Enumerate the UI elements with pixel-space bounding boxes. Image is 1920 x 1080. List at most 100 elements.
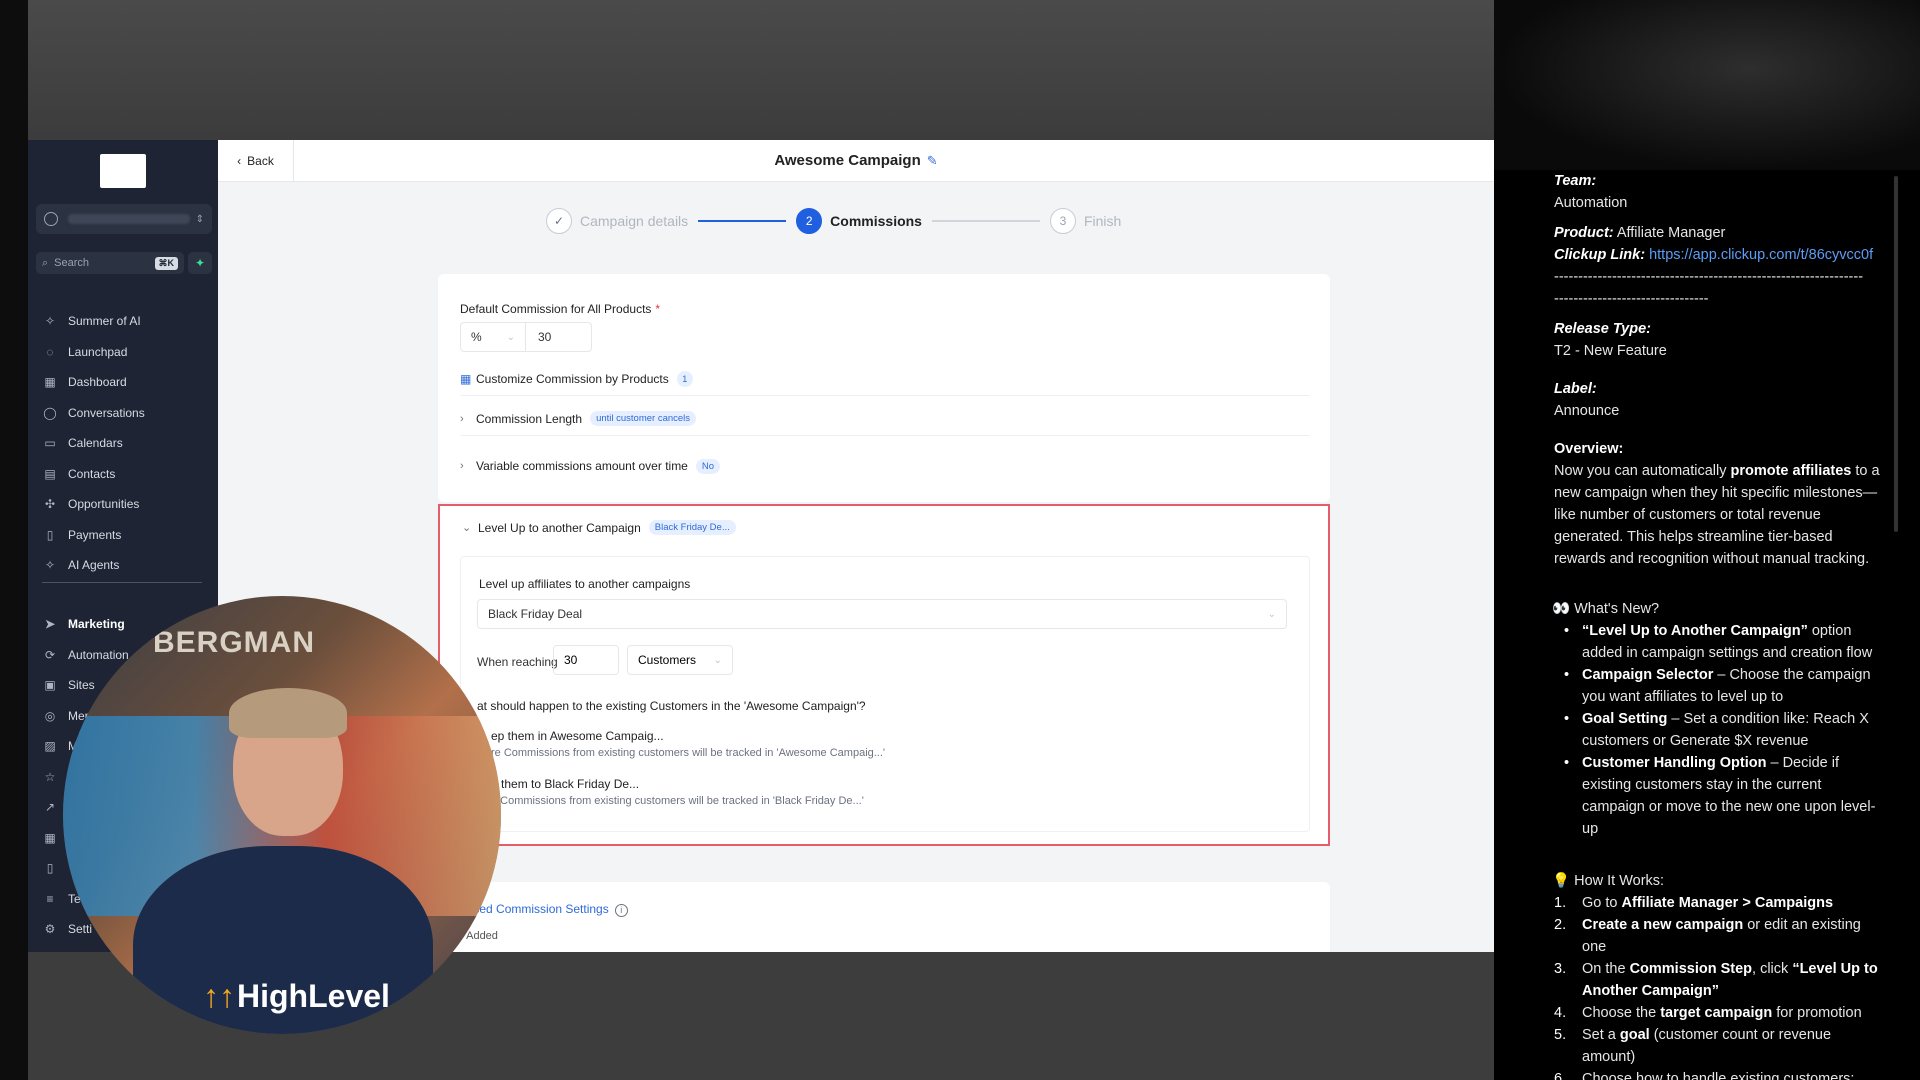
- overview-heading: Overview:: [1554, 438, 1894, 460]
- variable-commissions-row[interactable]: › Variable commissions amount over time …: [460, 449, 1310, 483]
- chevron-right-icon: ›: [460, 460, 464, 472]
- commission-length-row[interactable]: › Commission Length until customer cance…: [460, 402, 1310, 436]
- option-move-customers[interactable]: e them to Black Friday De...: [491, 777, 639, 791]
- step-connector: [698, 220, 787, 222]
- step-commissions[interactable]: Commissions: [830, 213, 922, 229]
- release-notes-panel: Team: Automation Product: Affiliate Mana…: [1494, 0, 1920, 1080]
- commission-amount-input[interactable]: 30: [526, 322, 592, 352]
- how-title: How It Works:: [1574, 873, 1665, 889]
- clickup-link[interactable]: https://app.clickup.com/t/86cyvcc0f: [1649, 247, 1873, 263]
- step-text: Choose how to handle existing customers:: [1582, 1071, 1855, 1080]
- clickup-field: Clickup Link: https://app.clickup.com/t/…: [1554, 244, 1914, 266]
- lightning-icon: ✦: [194, 256, 206, 270]
- search-icon: ⌕: [42, 256, 49, 269]
- step-text: Go to: [1582, 895, 1622, 911]
- opportunities-icon: ✣: [44, 497, 56, 511]
- trend-icon: ↗: [44, 800, 56, 814]
- team-label: Team:: [1554, 173, 1597, 189]
- label-text: Default Commission for All Products: [460, 302, 652, 316]
- account-switcher[interactable]: ⇕: [36, 204, 212, 234]
- target-campaign-select[interactable]: Black Friday Deal ⌄: [477, 599, 1287, 629]
- variable-commissions-label: Variable commissions amount over time: [476, 459, 688, 473]
- ai-agents-icon: ✧: [44, 558, 56, 572]
- step-text: for promotion: [1772, 1005, 1862, 1021]
- product-label: Product:: [1554, 225, 1614, 241]
- back-button[interactable]: ‹ Back: [218, 140, 294, 182]
- back-label: Back: [247, 154, 274, 168]
- how-step: Choose how to handle existing customers:: [1554, 1068, 1884, 1080]
- step-bold: target campaign: [1660, 1005, 1773, 1021]
- sidebar-item-opportunities[interactable]: ✣ Opportunities: [42, 491, 212, 517]
- step-1-check-icon[interactable]: ✓: [546, 208, 572, 234]
- step-bold: Affiliate Manager > Campaigns: [1621, 895, 1834, 911]
- whats-new-item: Campaign Selector – Choose the campaign …: [1554, 664, 1884, 708]
- option-move-customers-desc: e Commissions from existing customers wi…: [491, 795, 864, 807]
- how-step: Go to Affiliate Manager > Campaigns: [1554, 892, 1884, 914]
- sidebar-item-label: Setti: [68, 922, 93, 936]
- page-title: Awesome Campaign ✎: [218, 152, 1494, 169]
- settings-icon: ⚙: [44, 922, 56, 936]
- target-campaign-value: Black Friday Deal: [488, 607, 583, 621]
- goal-unit-value: Customers: [638, 653, 697, 667]
- sidebar-item-label: Sites: [68, 678, 95, 692]
- lightbulb-icon: 💡: [1552, 873, 1571, 889]
- apps-icon: ▦: [44, 831, 56, 845]
- account-name-blurred: [68, 214, 190, 224]
- level-up-affiliates-label: Level up affiliates to another campaigns: [479, 577, 691, 591]
- sidebar-item-conversations[interactable]: ◯ Conversations: [42, 400, 212, 426]
- customize-commission-row[interactable]: ▦ Customize Commission by Products 1: [460, 362, 1310, 396]
- goal-unit-select[interactable]: Customers ⌄: [627, 645, 733, 675]
- whats-new-item: “Level Up to Another Campaign” option ad…: [1554, 620, 1884, 664]
- mobile-icon: ▯: [46, 861, 54, 875]
- media-icon: ▨: [44, 739, 56, 753]
- sidebar-item-label: Automation: [68, 648, 129, 662]
- sidebar-item-contacts[interactable]: ▤ Contacts: [42, 461, 212, 487]
- team-value: Automation: [1554, 195, 1628, 211]
- company-logo[interactable]: [100, 154, 146, 188]
- whats-new-item: Customer Handling Option – Decide if exi…: [1554, 752, 1884, 840]
- release-type-value: T2 - New Feature: [1554, 343, 1667, 359]
- quick-action-button[interactable]: ✦: [188, 252, 212, 274]
- commission-length-label: Commission Length: [476, 411, 583, 426]
- contacts-icon: ▤: [44, 467, 56, 481]
- sidebar-item-calendars[interactable]: ▭ Calendars: [42, 430, 212, 456]
- overview-label: Overview:: [1554, 441, 1624, 457]
- label-label: Label:: [1554, 381, 1597, 397]
- grid-icon: ▦: [460, 371, 472, 386]
- left-black-strip: [0, 0, 28, 1080]
- separator-dashes: ----------------------------------------…: [1554, 269, 1864, 285]
- label-value: Announce: [1554, 403, 1620, 419]
- pencil-icon[interactable]: ✎: [927, 153, 938, 168]
- level-up-badge: Black Friday De...: [648, 520, 736, 535]
- sidebar-item-dashboard[interactable]: ▦ Dashboard: [42, 369, 212, 395]
- clickup-label: Clickup Link:: [1554, 247, 1646, 263]
- how-step: Set a goal (customer count or revenue am…: [1554, 1024, 1884, 1068]
- sidebar-item-payments[interactable]: ▯ Payments: [42, 522, 212, 548]
- sidebar-item-launchpad[interactable]: ◌ Launchpad: [42, 339, 212, 365]
- step-text: Choose the: [1582, 1005, 1661, 1021]
- step-campaign-details[interactable]: Campaign details: [580, 213, 688, 229]
- dashboard-icon: ▦: [44, 375, 56, 389]
- step-finish[interactable]: Finish: [1084, 213, 1121, 229]
- product-value: Affiliate Manager: [1616, 225, 1726, 241]
- notes-scrollbar[interactable]: [1894, 176, 1898, 532]
- how-step: Create a new campaign or edit an existin…: [1554, 914, 1884, 958]
- overview-bold: promote affiliates: [1730, 463, 1852, 479]
- level-up-header[interactable]: ⌄ Level Up to another Campaign Black Fri…: [462, 520, 736, 535]
- sidebar-item-label: AI Agents: [68, 558, 120, 572]
- whats-new-title: What's New?: [1574, 601, 1660, 617]
- option-keep-customers[interactable]: ep them in Awesome Campaig...: [491, 729, 664, 743]
- sidebar-item-ai-agents[interactable]: ✧ AI Agents: [42, 552, 212, 578]
- variable-commissions-badge: No: [695, 458, 721, 474]
- goal-amount-input[interactable]: 30: [553, 645, 619, 675]
- chevron-left-icon: ‹: [237, 154, 242, 168]
- campaign-stepper: ✓ Campaign details 2 Commissions 3 Finis…: [546, 208, 1121, 234]
- step-2-indicator[interactable]: 2: [796, 208, 823, 234]
- option-keep-customers-desc: re Commissions from existing customers w…: [491, 747, 886, 759]
- team-field: Team:: [1554, 170, 1894, 192]
- sidebar-item-summer-of-ai[interactable]: ✧ Summer of AI: [42, 308, 212, 334]
- campaign-title: Awesome Campaign: [774, 152, 921, 169]
- step-3-indicator[interactable]: 3: [1049, 208, 1076, 234]
- commission-type-select[interactable]: % ⌄: [460, 322, 526, 352]
- sidebar-search[interactable]: ⌕ Search ⌘K: [36, 252, 184, 274]
